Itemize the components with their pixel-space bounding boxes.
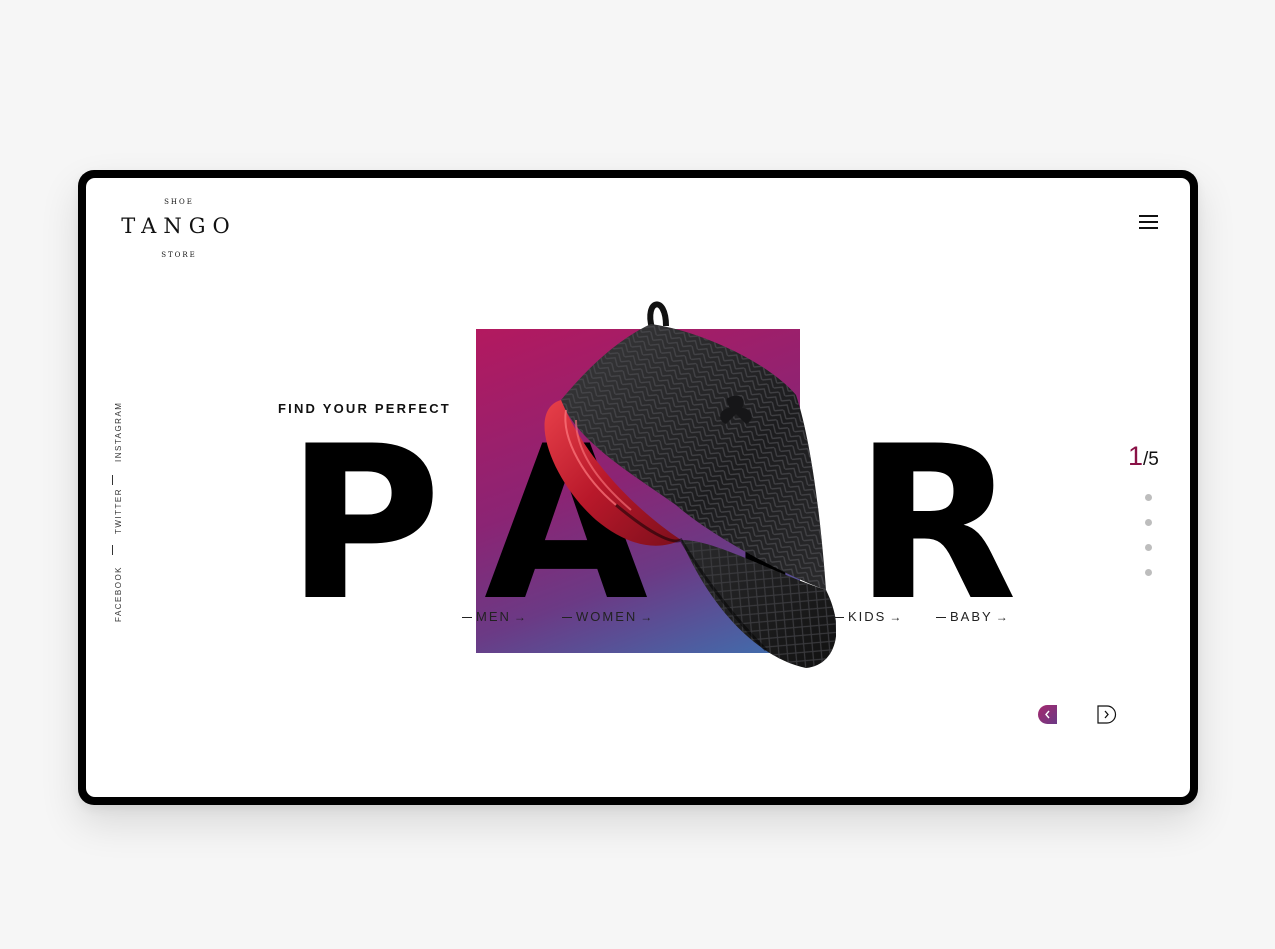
logo[interactable]: SHOE TANGO STORE — [108, 196, 250, 266]
category-label: MEN — [476, 609, 511, 624]
headline-letter-r: R — [854, 400, 1018, 647]
dash-decoration — [834, 617, 844, 619]
logo-wordmark: TANGO — [121, 214, 237, 238]
category-label: KIDS — [848, 609, 887, 624]
next-slide-button[interactable] — [1097, 705, 1117, 724]
category-label: WOMEN — [576, 609, 638, 624]
arrow-right-icon: → — [995, 610, 1010, 624]
arrow-right-icon: → — [640, 610, 655, 624]
slide-dot[interactable] — [1145, 519, 1152, 526]
social-divider — [112, 545, 113, 555]
category-link-men[interactable]: MEN → — [462, 609, 528, 624]
slide-dot[interactable] — [1145, 544, 1152, 551]
category-link-kids[interactable]: KIDS → — [834, 609, 903, 624]
category-link-women[interactable]: WOMEN → — [562, 609, 654, 624]
dash-decoration — [462, 617, 472, 619]
dash-decoration — [936, 617, 946, 619]
prev-slide-button[interactable] — [1038, 705, 1057, 724]
hamburger-menu-icon[interactable] — [1139, 214, 1159, 230]
logo-top-text: SHOE — [164, 198, 194, 206]
arrow-right-icon: → — [513, 610, 528, 624]
arrow-right-icon: → — [889, 610, 904, 624]
logo-bottom-text: STORE — [161, 251, 197, 259]
device-frame: SHOE TANGO STORE FACEBOOK TWITTER INSTAG… — [78, 170, 1198, 805]
slide-current: 1 — [1128, 441, 1144, 471]
slide-dot[interactable] — [1145, 569, 1152, 576]
category-label: BABY — [950, 609, 993, 624]
chevron-left-icon — [1045, 710, 1050, 719]
social-divider — [112, 475, 113, 485]
social-link-twitter[interactable]: TWITTER — [114, 488, 123, 534]
slide-dot[interactable] — [1145, 494, 1152, 501]
dash-decoration — [562, 617, 572, 619]
headline-letter-p: P — [286, 400, 442, 647]
category-link-baby[interactable]: BABY → — [936, 609, 1010, 624]
slide-total: /5 — [1143, 449, 1159, 470]
social-link-instagram[interactable]: INSTAGRAM — [114, 402, 123, 462]
chevron-right-icon — [1097, 705, 1117, 724]
social-link-facebook[interactable]: FACEBOOK — [114, 566, 123, 622]
screen: SHOE TANGO STORE FACEBOOK TWITTER INSTAG… — [86, 178, 1190, 797]
slide-counter: 1/5 — [1128, 441, 1159, 472]
social-links: FACEBOOK TWITTER INSTAGRAM — [106, 402, 123, 626]
